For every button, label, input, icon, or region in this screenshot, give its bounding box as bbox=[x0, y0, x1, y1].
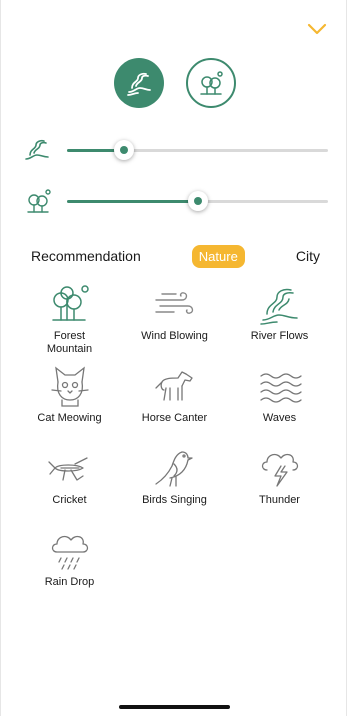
sound-item-wind-blowing[interactable]: Wind Blowing bbox=[122, 282, 227, 358]
wind-icon bbox=[150, 282, 200, 326]
sound-item-forest-mountain[interactable]: Forest Mountain bbox=[17, 282, 122, 358]
sound-label: Waves bbox=[262, 412, 297, 424]
forest-icon bbox=[199, 71, 223, 95]
sound-label: Rain Drop bbox=[44, 576, 95, 588]
sound-mixer-screen: Recommendation Nature City Forest Mounta… bbox=[0, 0, 347, 716]
collapse-button[interactable] bbox=[306, 20, 328, 38]
sound-item-cat-meowing[interactable]: Cat Meowing bbox=[17, 364, 122, 440]
sound-item-birds-singing[interactable]: Birds Singing bbox=[122, 446, 227, 522]
sound-label: Birds Singing bbox=[142, 494, 207, 506]
sound-label: Wind Blowing bbox=[141, 330, 208, 342]
sound-item-horse-canter[interactable]: Horse Canter bbox=[122, 364, 227, 440]
forest-icon bbox=[23, 186, 55, 216]
river-volume-track[interactable] bbox=[67, 139, 328, 160]
sound-label: Thunder bbox=[259, 494, 300, 506]
tab-recommendation[interactable]: Recommendation bbox=[23, 244, 149, 268]
sound-item-waves[interactable]: Waves bbox=[227, 364, 332, 440]
tab-city[interactable]: City bbox=[288, 244, 328, 268]
forest-volume-slider bbox=[23, 186, 328, 216]
bird-icon bbox=[150, 446, 200, 490]
forest-volume-fill bbox=[67, 199, 198, 203]
chevron-down-icon bbox=[307, 23, 327, 35]
river-icon bbox=[126, 72, 151, 96]
rain-icon bbox=[45, 528, 95, 572]
mode-buttons bbox=[1, 58, 347, 108]
tab-nature[interactable]: Nature bbox=[191, 244, 245, 268]
river-volume-thumb[interactable] bbox=[114, 139, 135, 160]
thunder-icon bbox=[255, 446, 305, 490]
sound-label: Horse Canter bbox=[141, 412, 208, 424]
sound-grid: Forest Mountain Wind Blowing River Flows… bbox=[17, 282, 332, 604]
river-mode-button[interactable] bbox=[113, 58, 164, 108]
river-icon bbox=[23, 135, 55, 165]
forest-mode-button[interactable] bbox=[185, 58, 236, 108]
cat-icon bbox=[45, 364, 95, 408]
sound-label: Cricket bbox=[52, 494, 87, 506]
home-indicator[interactable] bbox=[119, 705, 230, 709]
river-icon bbox=[255, 282, 305, 326]
sound-item-cricket[interactable]: Cricket bbox=[17, 446, 122, 522]
horse-icon bbox=[150, 364, 200, 408]
forest-icon bbox=[45, 282, 95, 326]
forest-volume-track[interactable] bbox=[67, 190, 328, 211]
sound-label: Cat Meowing bbox=[37, 412, 102, 424]
waves-icon bbox=[255, 364, 305, 408]
cricket-icon bbox=[45, 446, 95, 490]
river-volume-slider bbox=[23, 135, 328, 165]
sound-item-thunder[interactable]: Thunder bbox=[227, 446, 332, 522]
category-tabs: Recommendation Nature City bbox=[23, 242, 328, 270]
sound-label: Forest Mountain bbox=[46, 330, 93, 355]
sound-label: River Flows bbox=[250, 330, 309, 342]
sound-item-rain-drop[interactable]: Rain Drop bbox=[17, 528, 122, 604]
sound-item-river-flows[interactable]: River Flows bbox=[227, 282, 332, 358]
forest-volume-thumb[interactable] bbox=[187, 190, 208, 211]
